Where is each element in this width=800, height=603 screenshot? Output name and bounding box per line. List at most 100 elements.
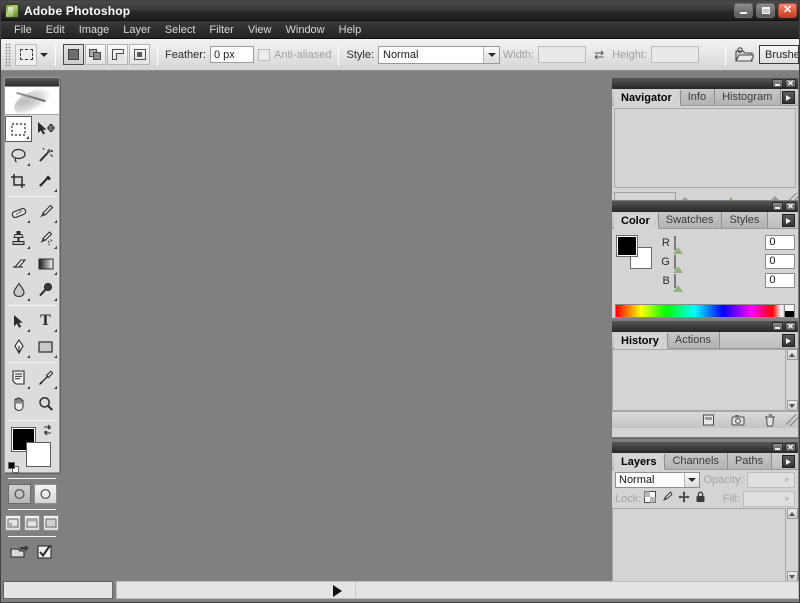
add-to-selection-button[interactable] bbox=[85, 44, 106, 65]
fill-input[interactable]: ▸ bbox=[743, 490, 795, 507]
clone-stamp-tool[interactable] bbox=[5, 225, 32, 251]
standard-screen-mode-button[interactable] bbox=[5, 515, 21, 531]
quick-mask-mode-button[interactable] bbox=[33, 484, 57, 504]
eyedropper-tool[interactable] bbox=[32, 365, 59, 391]
subtract-from-selection-button[interactable] bbox=[107, 44, 128, 65]
color-palette-titlebar[interactable]: ✕ bbox=[612, 201, 798, 212]
tab-swatches[interactable]: Swatches bbox=[658, 212, 723, 228]
tab-styles[interactable]: Styles bbox=[722, 212, 769, 228]
background-color-swatch[interactable] bbox=[26, 442, 51, 467]
history-palette-menu-button[interactable] bbox=[782, 334, 795, 347]
navigator-thumbnail-view[interactable] bbox=[614, 108, 796, 188]
lock-position-button[interactable] bbox=[678, 491, 690, 506]
layers-list[interactable] bbox=[612, 508, 798, 582]
options-bar-grip[interactable] bbox=[5, 42, 11, 67]
maximize-button[interactable] bbox=[756, 3, 775, 18]
intersect-with-selection-button[interactable] bbox=[129, 44, 150, 65]
tab-actions[interactable]: Actions bbox=[667, 332, 721, 348]
history-minimize-button[interactable] bbox=[772, 322, 783, 331]
hand-tool[interactable] bbox=[5, 391, 32, 417]
tab-histogram[interactable]: Histogram bbox=[715, 89, 782, 105]
blend-mode-select[interactable]: Normal bbox=[615, 471, 701, 488]
fill-stepper-icon[interactable]: ▸ bbox=[781, 492, 794, 506]
menu-item-filter[interactable]: Filter bbox=[202, 23, 240, 37]
blur-tool[interactable] bbox=[5, 277, 32, 303]
menu-item-layer[interactable]: Layer bbox=[116, 23, 158, 37]
eraser-tool[interactable] bbox=[5, 251, 32, 277]
layers-minimize-button[interactable] bbox=[772, 443, 783, 452]
close-button[interactable]: ✕ bbox=[778, 3, 797, 18]
palette-well-tab-brushes[interactable]: Brushes bbox=[759, 45, 799, 64]
menu-item-file[interactable]: File bbox=[7, 23, 39, 37]
layers-palette-titlebar[interactable]: ✕ bbox=[612, 442, 798, 453]
width-input[interactable] bbox=[538, 46, 587, 63]
chevron-down-icon[interactable] bbox=[40, 52, 48, 57]
minimize-button[interactable] bbox=[734, 3, 753, 18]
menu-item-view[interactable]: View bbox=[241, 23, 279, 37]
new-selection-button[interactable] bbox=[63, 44, 84, 65]
tool-preset-picker[interactable] bbox=[15, 43, 48, 66]
history-brush-tool[interactable] bbox=[32, 225, 59, 251]
layers-palette-menu-button[interactable] bbox=[782, 455, 795, 468]
scroll-down-button[interactable] bbox=[786, 400, 798, 411]
lasso-tool[interactable] bbox=[5, 142, 32, 168]
layers-list-pane[interactable] bbox=[612, 508, 785, 582]
menu-item-window[interactable]: Window bbox=[279, 23, 332, 37]
history-resize-grip[interactable] bbox=[786, 414, 798, 426]
history-palette-titlebar[interactable]: ✕ bbox=[612, 321, 798, 332]
full-screen-mode-button[interactable] bbox=[43, 515, 59, 531]
lock-transparent-pixels-button[interactable] bbox=[644, 491, 657, 506]
opacity-stepper-icon[interactable]: ▸ bbox=[781, 473, 794, 487]
slice-tool[interactable] bbox=[32, 168, 59, 194]
red-slider-thumb[interactable] bbox=[672, 247, 683, 254]
chevron-down-icon[interactable] bbox=[483, 46, 499, 63]
navigator-palette-menu-button[interactable] bbox=[782, 91, 795, 104]
rectangle-shape-tool[interactable] bbox=[32, 334, 59, 360]
green-slider[interactable] bbox=[672, 255, 760, 273]
green-value-input[interactable]: 0 bbox=[765, 254, 796, 269]
lock-image-pixels-button[interactable] bbox=[661, 491, 673, 506]
default-colors-icon[interactable] bbox=[8, 462, 20, 474]
brush-tool[interactable] bbox=[32, 199, 59, 225]
type-tool[interactable]: T bbox=[32, 308, 59, 334]
scroll-up-button[interactable] bbox=[786, 508, 798, 519]
tab-channels[interactable]: Channels bbox=[665, 453, 729, 469]
style-select[interactable]: Normal bbox=[378, 45, 500, 64]
color-minimize-button[interactable] bbox=[772, 202, 783, 211]
menu-item-edit[interactable]: Edit bbox=[39, 23, 72, 37]
menu-item-image[interactable]: Image bbox=[72, 23, 117, 37]
tab-layers[interactable]: Layers bbox=[614, 454, 666, 470]
swap-width-height-icon[interactable]: ⇄ bbox=[594, 48, 604, 62]
opacity-input[interactable]: ▸ bbox=[746, 471, 795, 488]
crop-tool[interactable] bbox=[5, 168, 32, 194]
toolbox-titlebar[interactable] bbox=[5, 78, 59, 87]
blue-slider-thumb[interactable] bbox=[672, 285, 683, 292]
gradient-tool[interactable] bbox=[32, 251, 59, 277]
swap-colors-icon[interactable] bbox=[42, 424, 54, 436]
zoom-tool[interactable] bbox=[32, 391, 59, 417]
layers-scrollbar[interactable] bbox=[785, 508, 798, 582]
create-document-from-state-button[interactable] bbox=[694, 414, 722, 426]
tab-color[interactable]: Color bbox=[614, 213, 659, 229]
pen-tool[interactable] bbox=[5, 334, 32, 360]
rectangular-marquee-tool[interactable] bbox=[5, 116, 32, 142]
layers-close-button[interactable]: ✕ bbox=[785, 443, 796, 452]
magic-wand-tool[interactable] bbox=[32, 142, 59, 168]
red-value-input[interactable]: 0 bbox=[765, 235, 796, 250]
standard-mode-button[interactable] bbox=[7, 484, 31, 504]
navigator-minimize-button[interactable] bbox=[772, 79, 783, 88]
history-close-button[interactable]: ✕ bbox=[785, 322, 796, 331]
full-screen-with-menubar-button[interactable] bbox=[24, 515, 40, 531]
delete-state-button[interactable] bbox=[754, 414, 786, 427]
path-selection-tool[interactable] bbox=[5, 308, 32, 334]
height-input[interactable] bbox=[651, 46, 699, 63]
chevron-down-icon[interactable] bbox=[684, 472, 700, 487]
notes-tool[interactable] bbox=[5, 365, 32, 391]
lock-all-button[interactable] bbox=[695, 491, 706, 506]
menu-item-select[interactable]: Select bbox=[158, 23, 203, 37]
color-ramp[interactable] bbox=[615, 304, 795, 318]
history-list-pane[interactable] bbox=[612, 349, 785, 411]
red-slider[interactable] bbox=[672, 236, 760, 254]
file-browser-icon[interactable] bbox=[733, 44, 755, 66]
anti-aliased-checkbox[interactable] bbox=[258, 48, 270, 61]
